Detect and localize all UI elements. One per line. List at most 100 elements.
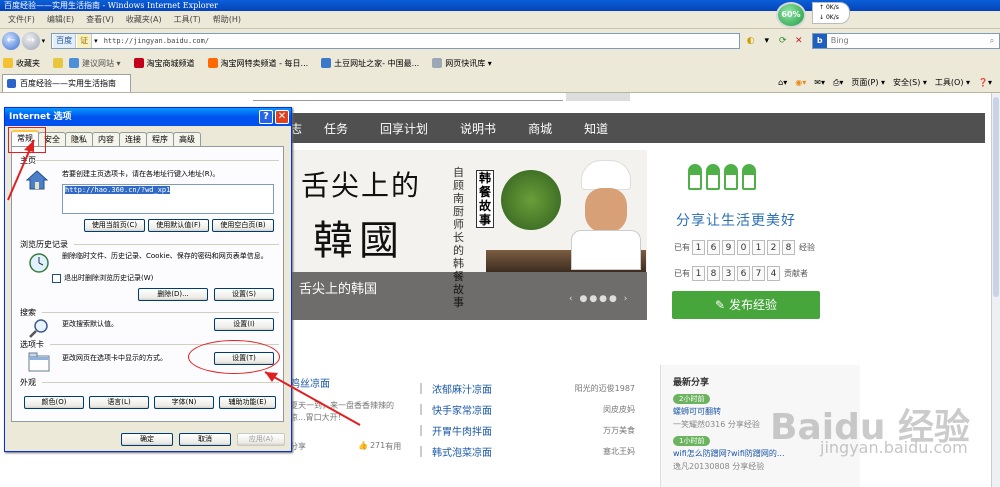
feeds-icon[interactable]: ◉▾ (795, 78, 806, 87)
address-url[interactable]: http://jingyan.baidu.com/ (104, 37, 209, 45)
menu-view[interactable]: 查看(V) (80, 14, 120, 25)
list-item-title[interactable]: 韩式泡菜凉面 (432, 444, 552, 459)
list-item-title[interactable]: 浓郁麻汁凉面 (432, 381, 552, 396)
use-current-button[interactable]: 使用当前页(C) (84, 219, 145, 232)
colors-button[interactable]: 颜色(O) (24, 396, 84, 409)
tab-programs[interactable]: 程序 (146, 132, 174, 146)
fav-tmall[interactable]: 淘宝商城频道 (131, 58, 195, 69)
list-bullet (420, 383, 422, 394)
tab-content[interactable]: 内容 (92, 132, 120, 146)
fav-webslice[interactable]: 网页快讯库 ▾ (429, 58, 492, 69)
fav-tudou[interactable]: 土豆网址之家- 中国最... (318, 58, 419, 69)
search-magnifier-icon[interactable]: ⌕ (985, 34, 999, 48)
ok-button[interactable]: 确定 (121, 433, 173, 446)
tab-advanced[interactable]: 高级 (173, 132, 201, 146)
list-item-author[interactable]: 塞北王妈 (603, 446, 635, 457)
cancel-button[interactable]: 取消 (179, 433, 231, 446)
digit: 8 (707, 266, 720, 281)
page-scrollbar[interactable] (991, 93, 1000, 487)
history-dropdown-icon[interactable]: ▾ (42, 37, 46, 45)
tab-connections[interactable]: 连接 (119, 132, 147, 146)
apply-button[interactable]: 应用(A) (237, 433, 285, 446)
fav-suggested-sites[interactable]: 建议网站 ▾ (50, 58, 121, 69)
page-menu[interactable]: 页面(P) ▾ (851, 77, 885, 88)
refresh-icon[interactable]: ⟳ (776, 34, 790, 48)
compat-view-icon[interactable]: ◐ (744, 34, 758, 48)
nav-item-manual[interactable]: 说明书 (460, 120, 496, 137)
list-item[interactable]: 浓郁麻汁凉面 阳光的迈俊1987 (420, 378, 635, 399)
banner-pager[interactable]: ‹ ●●●● › (569, 294, 629, 304)
experience-counter: 已有 1 6 9 0 1 2 8 经验 (674, 240, 815, 255)
menu-edit[interactable]: 编辑(E) (41, 14, 80, 25)
stop-icon[interactable]: ✕ (792, 34, 806, 48)
list-item-author[interactable]: 阳光的迈俊1987 (575, 383, 635, 394)
dropdown-chevron-icon[interactable]: ▾ (94, 37, 98, 45)
languages-button[interactable]: 语言(L) (89, 396, 149, 409)
home-icon[interactable]: ⌂▾ (778, 78, 787, 87)
divider (42, 312, 279, 313)
tab-baidu-jingyan[interactable]: 百度经验——实用生活指南 (2, 73, 131, 92)
homepage-url[interactable]: http://hao.360.cn/?wd_xp1 (65, 186, 171, 194)
nav-item-tasks[interactable]: 任务 (324, 120, 348, 137)
favorites-bar: 收藏夹 建议网站 ▾ 淘宝商城频道 淘宝网特卖频道 - 每日... 土豆网址之家… (0, 53, 1000, 73)
use-blank-button[interactable]: 使用空白页(B) (212, 219, 274, 232)
internet-options-dialog: Internet 选项 ? ✕ 常规 安全 隐私 内容 连接 程序 高级 主页 … (4, 107, 292, 452)
tabs-text: 更改网页在选项卡中显示的方式。 (62, 354, 167, 362)
homepage-url-field[interactable]: http://hao.360.cn/?wd_xp1 (62, 184, 274, 214)
menu-file[interactable]: 文件(F) (2, 14, 41, 25)
network-speed-widget[interactable]: 60% ↑ 0K/s ↓ 0K/s (774, 0, 852, 28)
delete-history-on-exit-checkbox[interactable]: 退出时删除浏览历史记录(W) (52, 273, 153, 283)
counter-suffix: 贡献者 (784, 269, 808, 278)
search-input[interactable]: Bing (827, 34, 985, 48)
menu-favorites[interactable]: 收藏夹(A) (120, 14, 168, 25)
address-dropdown-icon[interactable]: ▾ (760, 34, 774, 48)
nav-item-plan[interactable]: 回享计划 (380, 120, 428, 137)
scrollbar-thumb[interactable] (993, 97, 999, 297)
fonts-button[interactable]: 字体(N) (154, 396, 214, 409)
address-field[interactable]: 百度 证 ▾ http://jingyan.baidu.com/ (51, 33, 740, 49)
nav-item-mall[interactable]: 商城 (528, 120, 552, 137)
list-item[interactable]: 快手家常凉面 闵皮皮妈 (420, 399, 635, 420)
list-item-author[interactable]: 万万美食 (603, 425, 635, 436)
publish-experience-button[interactable]: ✎ 发布经验 (672, 291, 820, 319)
search-box[interactable]: b Bing ⌕ (811, 33, 1000, 49)
back-button[interactable]: ← (2, 32, 20, 50)
contributor-counter: 已有 1 8 3 6 7 4 贡献者 (674, 266, 808, 281)
checkbox-box[interactable] (52, 273, 61, 283)
delete-history-button[interactable]: 删除(D)... (138, 288, 208, 301)
tab-privacy[interactable]: 隐私 (65, 132, 93, 146)
print-icon[interactable]: ⎙▾ (833, 78, 843, 88)
article-title[interactable]: 鸡丝凉面 (290, 375, 408, 390)
digit: 6 (737, 266, 750, 281)
share-link[interactable]: 分享 (290, 441, 306, 452)
featured-article[interactable]: 鸡丝凉面 夏天一到，来一盘香香辣辣的凉...胃口大开！ 分享 👍 271 有用 (290, 375, 408, 451)
help-icon[interactable]: ? (259, 110, 273, 124)
list-item-title[interactable]: 快手家常凉面 (432, 402, 552, 417)
nav-item-zhidao[interactable]: 知道 (584, 120, 608, 137)
fav-taobao[interactable]: 淘宝网特卖频道 - 每日... (205, 58, 308, 69)
list-item-author[interactable]: 闵皮皮妈 (603, 404, 635, 415)
feature-banner[interactable]: 舌尖上的 韓國 自顾南厨师长的韩餐故事 韩餐故事 舌尖上的韩国 ‹ ●●●● › (291, 150, 647, 320)
site-search-button[interactable] (566, 93, 630, 101)
menu-tools[interactable]: 工具(T) (168, 14, 207, 25)
accessibility-button[interactable]: 辅助功能(E) (219, 396, 276, 409)
list-item[interactable]: 开胃牛肉拌面 万万美食 (420, 420, 635, 441)
history-settings-button[interactable]: 设置(S) (214, 288, 274, 301)
list-item-title[interactable]: 开胃牛肉拌面 (432, 423, 552, 438)
article-list: 浓郁麻汁凉面 阳光的迈俊1987 快手家常凉面 闵皮皮妈 开胃牛肉拌面 万万美食… (420, 378, 635, 462)
safety-menu[interactable]: 安全(S) ▾ (893, 77, 927, 88)
site-search-input[interactable] (253, 93, 563, 101)
tools-menu[interactable]: 工具(O) ▾ (935, 77, 970, 88)
menu-help[interactable]: 帮助(H) (207, 14, 247, 25)
favorites-button[interactable]: 收藏夹 (0, 58, 40, 69)
appearance-heading: 外观 (20, 378, 36, 387)
help-menu[interactable]: ❓▾ (978, 78, 992, 87)
mail-icon[interactable]: ✉▾ (814, 78, 825, 87)
search-settings-button[interactable]: 设置(I) (214, 318, 274, 331)
forward-button[interactable]: → (21, 32, 40, 50)
dialog-titlebar[interactable]: Internet 选项 ? ✕ (5, 108, 291, 126)
close-icon[interactable]: ✕ (275, 110, 289, 124)
address-actions: ◐ ▾ ⟳ ✕ (744, 34, 808, 48)
list-item[interactable]: 韩式泡菜凉面 塞北王妈 (420, 441, 635, 462)
use-default-button[interactable]: 使用默认值(F) (148, 219, 209, 232)
